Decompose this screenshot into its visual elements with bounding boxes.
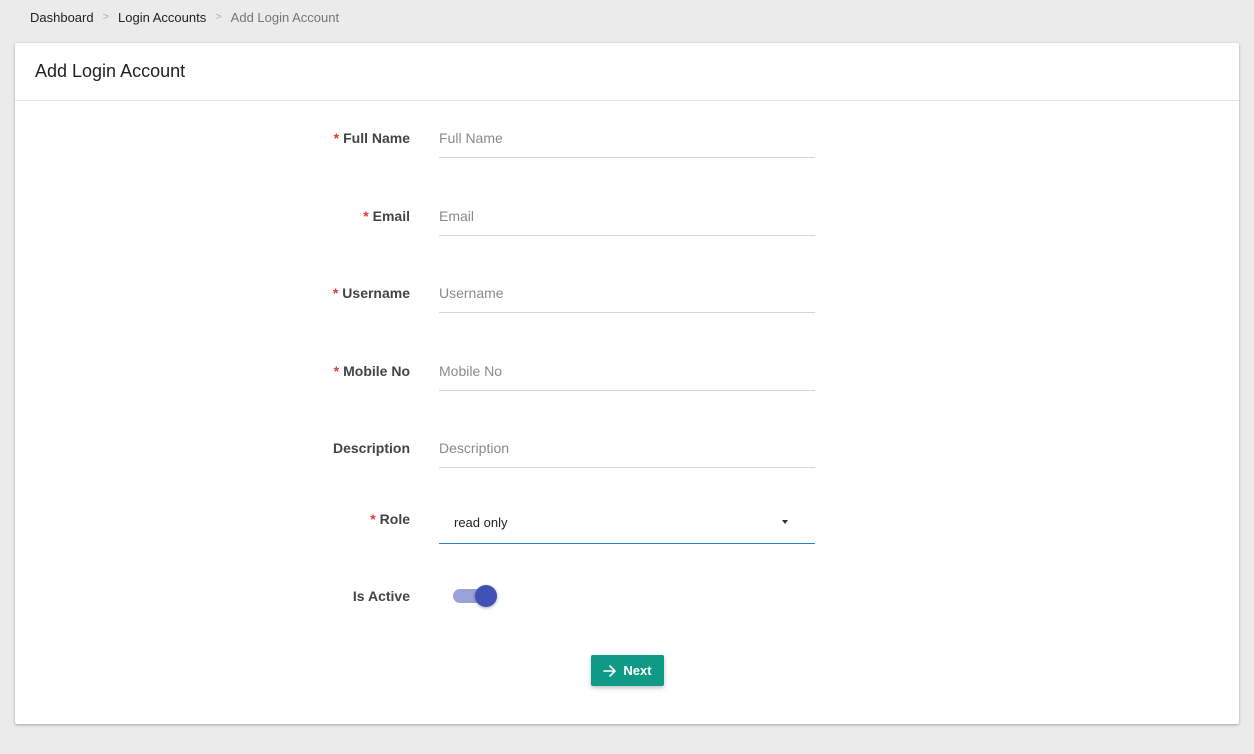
username-row: * Username: [15, 273, 1239, 313]
breadcrumb: Dashboard > Login Accounts > Add Login A…: [30, 9, 339, 25]
caret-down-icon: [782, 520, 788, 524]
breadcrumb-login-accounts[interactable]: Login Accounts: [118, 10, 206, 25]
email-field: [439, 196, 815, 236]
next-button-label: Next: [623, 663, 652, 678]
description-input[interactable]: [439, 428, 815, 467]
is-active-label: Is Active: [352, 588, 410, 604]
mobile-no-row: * Mobile No: [15, 351, 1239, 391]
username-label: * Username: [332, 285, 410, 301]
mobile-no-input[interactable]: [439, 351, 815, 390]
next-button[interactable]: Next: [591, 655, 664, 686]
breadcrumb-dashboard[interactable]: Dashboard: [30, 10, 94, 25]
toggle-thumb: [475, 585, 497, 607]
email-input[interactable]: [439, 196, 815, 235]
is-active-toggle[interactable]: [453, 584, 497, 608]
role-select[interactable]: read only: [439, 502, 815, 544]
page-title: Add Login Account: [35, 61, 186, 81]
username-field: [439, 273, 815, 313]
full-name-label: * Full Name: [333, 130, 410, 146]
email-row: * Email: [15, 196, 1239, 236]
required-marker: *: [332, 285, 339, 301]
is-active-row: Is Active: [15, 576, 1239, 616]
arrow-right-icon: [603, 664, 617, 677]
full-name-row: * Full Name: [15, 118, 1239, 158]
description-field: [439, 428, 815, 468]
role-row: * Role read only: [15, 499, 1239, 544]
required-marker: *: [333, 363, 340, 379]
description-row: Description: [15, 428, 1239, 468]
email-label: * Email: [363, 208, 410, 224]
breadcrumb-separator: >: [215, 11, 222, 23]
full-name-input[interactable]: [439, 118, 815, 157]
card-header: Add Login Account: [15, 43, 1239, 101]
full-name-field: [439, 118, 815, 158]
username-input[interactable]: [439, 273, 815, 312]
breadcrumb-separator: >: [102, 11, 110, 23]
required-marker: *: [333, 130, 340, 146]
role-selected-value: read only: [454, 515, 508, 530]
role-label: * Role: [370, 511, 410, 527]
required-marker: *: [370, 511, 376, 527]
mobile-no-field: [439, 351, 815, 391]
mobile-no-label: * Mobile No: [333, 363, 410, 379]
add-login-account-card: Add Login Account * Full Name * Email * …: [15, 43, 1239, 724]
description-label: Description: [332, 440, 410, 456]
breadcrumb-current: Add Login Account: [230, 9, 340, 25]
required-marker: *: [363, 208, 369, 224]
